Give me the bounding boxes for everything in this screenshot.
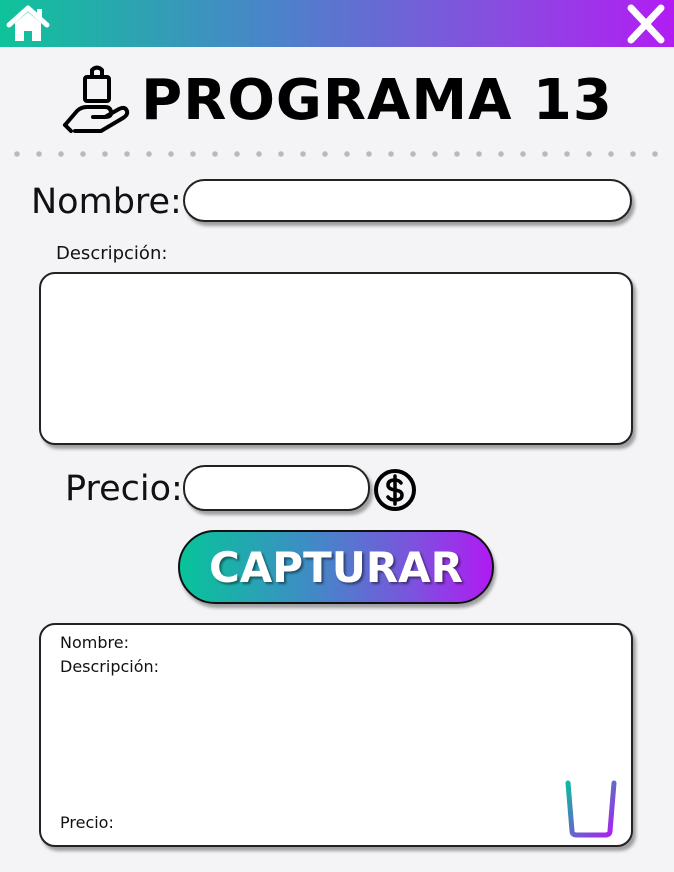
nombre-label: Nombre: <box>31 182 182 222</box>
delete-button[interactable] <box>557 767 625 839</box>
trash-icon <box>559 771 623 838</box>
page-header: PROGRAMA 13 <box>0 60 674 140</box>
result-panel: Nombre: Descripción: Precio: <box>39 623 633 847</box>
close-icon <box>627 4 665 44</box>
home-icon <box>6 5 50 41</box>
dollar-icon <box>374 469 416 511</box>
shopping-bag-hand-icon <box>63 65 130 133</box>
dotted-divider <box>6 151 668 157</box>
close-button[interactable] <box>624 4 668 44</box>
result-precio-label: Precio: <box>60 813 114 832</box>
precio-label: Precio: <box>65 469 183 509</box>
page-title: PROGRAMA 13 <box>141 67 613 133</box>
precio-input[interactable] <box>183 465 370 511</box>
capturar-button[interactable]: CAPTURAR <box>178 530 494 604</box>
top-bar <box>0 0 674 47</box>
nombre-input[interactable] <box>183 179 632 222</box>
home-button[interactable] <box>6 4 50 44</box>
result-descripcion-label: Descripción: <box>60 657 160 676</box>
descripcion-textarea[interactable] <box>39 272 633 445</box>
result-nombre-label: Nombre: <box>60 633 129 652</box>
descripcion-label: Descripción: <box>56 243 168 264</box>
